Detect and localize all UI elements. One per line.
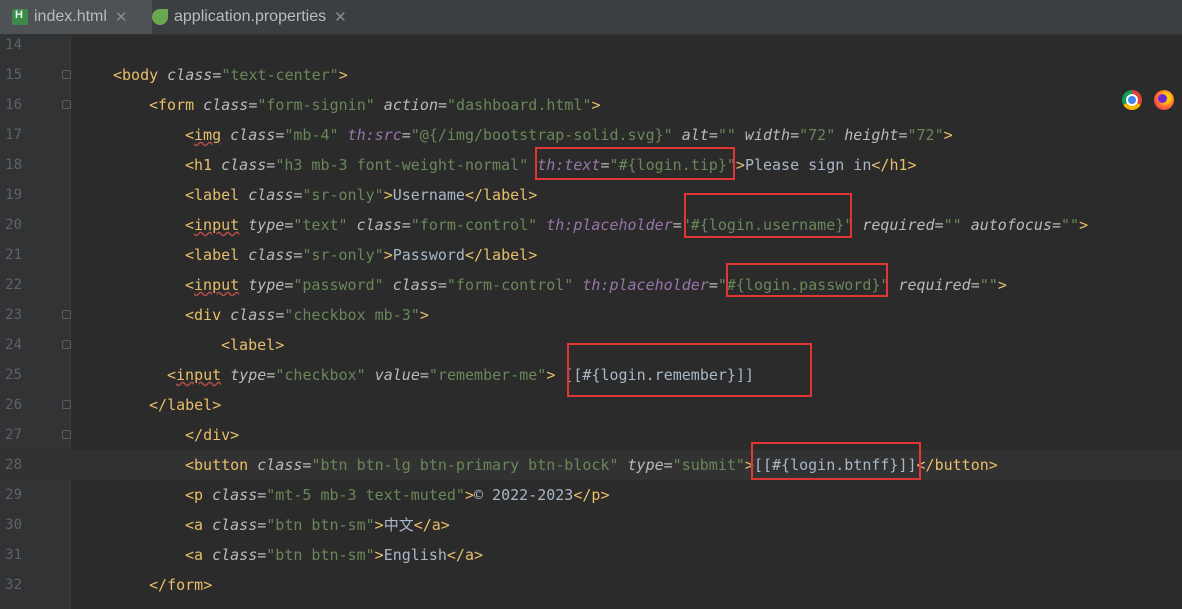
code-text: <button class="btn btn-lg btn-primary bt… [185,456,998,474]
code-line-24[interactable]: 24 <label> [0,330,1182,360]
line-number: 16 [5,97,22,113]
line-number: 19 [5,187,22,203]
html-file-icon [12,9,28,25]
line-number: 28 [5,457,22,473]
firefox-icon[interactable] [1154,90,1174,110]
line-number: 21 [5,247,22,263]
code-line-31[interactable]: 31 <a class="btn btn-sm">English</a> [0,540,1182,570]
code-line-17[interactable]: 17 <img class="mb-4" th:src="@{/img/boots… [0,120,1182,150]
code-text: <form class="form-signin" action="dashbo… [149,96,601,114]
line-number: 17 [5,127,22,143]
code-text: <h1 class="h3 mb-3 font-weight-normal" t… [185,156,917,174]
code-text: <div class="checkbox mb-3"> [185,306,429,324]
code-line-27[interactable]: 27 </div> [0,420,1182,450]
code-line-22[interactable]: 22 <input type="password" class="form-con… [0,270,1182,300]
code-line-18[interactable]: 18 <h1 class="h3 mb-3 font-weight-normal"… [0,150,1182,180]
line-number: 24 [5,337,22,353]
code-line-30[interactable]: 30 <a class="btn btn-sm">中文</a> [0,510,1182,540]
code-line-21[interactable]: 21 <label class="sr-only">Password</label… [0,240,1182,270]
code-text: <label class="sr-only">Password</label> [185,246,538,264]
fold-marker-icon[interactable] [62,340,71,349]
code-line-16[interactable]: 16 <form class="form-signin" action="dash… [0,90,1182,120]
spring-leaf-icon [152,9,168,25]
code-text: <input type="checkbox" value="remember-m… [167,366,755,384]
fold-marker-icon[interactable] [62,100,71,109]
code-text: <img class="mb-4" th:src="@{/img/bootstr… [185,126,953,144]
code-text: <input type="text" class="form-control" … [185,216,1089,234]
line-number: 14 [5,37,22,53]
line-number: 23 [5,307,22,323]
tab-index-html[interactable]: index.html ✕ [0,0,152,34]
line-number: 18 [5,157,22,173]
line-number: 29 [5,487,22,503]
tab-label: application.properties [174,8,327,25]
code-text: <label> [221,336,285,354]
code-line-28[interactable]: 28 <button class="btn btn-lg btn-primary … [0,450,1182,480]
line-number: 32 [5,577,22,593]
line-number: 20 [5,217,22,233]
line-number: 31 [5,547,22,563]
close-icon[interactable]: ✕ [334,8,347,26]
code-text: <body class="text-center"> [113,66,348,84]
code-editor[interactable]: 14 15 <body class="text-center"> 16 <form cl… [0,35,1182,609]
code-line-29[interactable]: 29 <p class="mt-5 mb-3 text-muted">© 2022… [0,480,1182,510]
code-line-25[interactable]: 25 <input type="checkbox" value="remember… [0,360,1182,390]
code-text: <p class="mt-5 mb-3 text-muted">© 2022-2… [185,486,610,504]
tab-application-properties[interactable]: application.properties ✕ [140,0,382,34]
code-text: </div> [185,426,240,444]
code-line-32[interactable]: 32 </form> [0,570,1182,600]
fold-marker-icon[interactable] [62,430,71,439]
line-number: 27 [5,427,22,443]
line-number: 25 [5,367,22,383]
line-number: 22 [5,277,22,293]
line-number: 26 [5,397,22,413]
code-text: <label class="sr-only">Username</label> [185,186,538,204]
code-line-15[interactable]: 15 <body class="text-center"> [0,60,1182,90]
code-text: </form> [149,576,213,594]
code-line-26[interactable]: 26 </label> [0,390,1182,420]
fold-marker-icon[interactable] [62,310,71,319]
tab-label: index.html [34,8,107,25]
code-text: <a class="btn btn-sm">English</a> [185,546,484,564]
close-icon[interactable]: ✕ [115,8,128,26]
code-line-23[interactable]: 23 <div class="checkbox mb-3"> [0,300,1182,330]
line-number: 30 [5,517,22,533]
line-number: 15 [5,67,22,83]
code-text: <input type="password" class="form-contr… [185,276,1007,294]
chrome-icon[interactable] [1122,90,1142,110]
fold-marker-icon[interactable] [62,400,71,409]
code-line-19[interactable]: 19 <label class="sr-only">Username</label… [0,180,1182,210]
code-text: </label> [149,396,222,414]
code-text: <a class="btn btn-sm">中文</a> [185,516,450,534]
code-line-14[interactable]: 14 [0,30,1182,60]
fold-marker-icon[interactable] [62,70,71,79]
code-line-20[interactable]: 20 <input type="text" class="form-control… [0,210,1182,240]
